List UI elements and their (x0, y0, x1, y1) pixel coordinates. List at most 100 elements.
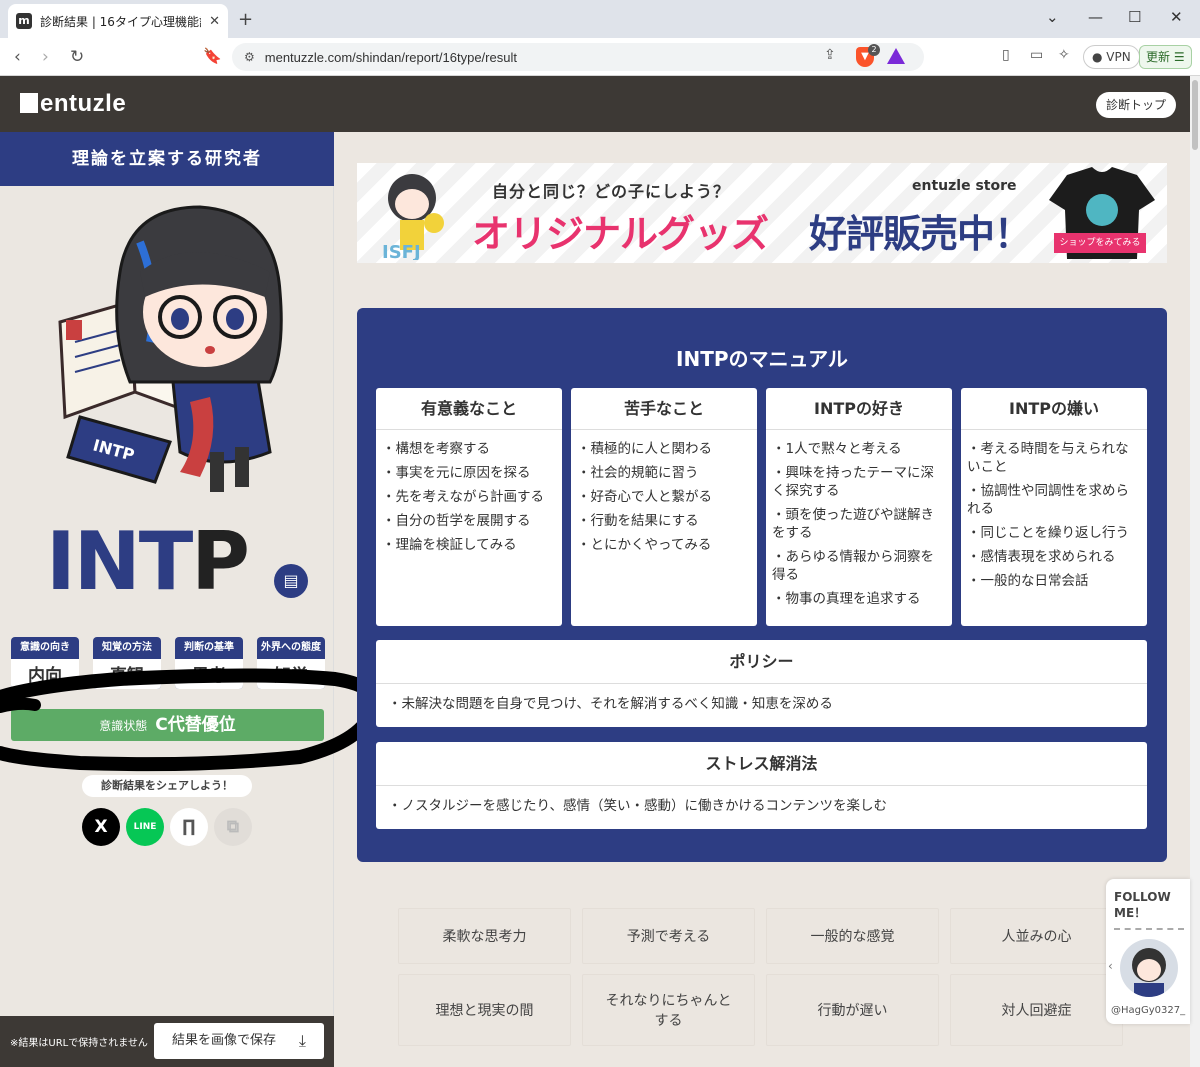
banner-character-illustration: ISFJ (382, 174, 444, 260)
list-item: ・物事の真理を追求する (772, 591, 921, 607)
view-shop-button[interactable]: ショップをみてみる (1054, 233, 1146, 253)
address-toolbar: ‹ › ↻ 🔖 ⚙ mentuzzle.com/shindan/report/1… (0, 38, 1200, 76)
share-page-icon[interactable]: ⇪ (824, 47, 836, 63)
avatar-illustration (1132, 948, 1166, 997)
vpn-label: VPN (1106, 50, 1131, 64)
page-scrollbar[interactable] (1190, 76, 1200, 1067)
list-item: ・1人で黙々と考える (772, 441, 902, 457)
trait-tag: 人並みの心 (950, 908, 1123, 964)
copy-link-button[interactable]: ⧉ (214, 808, 252, 846)
axis-value: 直観 (93, 659, 161, 689)
list-item: ・理論を検証してみる (382, 537, 517, 553)
policy-text: ・未解決な問題を自身で見つけ、それを解消するべく知識・知恵を深める (388, 696, 833, 712)
card-title: ポリシー (376, 640, 1147, 684)
line-icon: LINE (133, 822, 157, 832)
vpn-button[interactable]: ● VPN (1083, 45, 1140, 69)
axis-judgment: 判断の基準 思考 (175, 637, 243, 689)
minimize-icon[interactable]: — (1088, 8, 1103, 26)
axis-value: 内向 (11, 659, 79, 689)
save-button-label: 結果を画像で保存 (172, 1033, 277, 1048)
trait-tag: 理想と現実の間 (398, 974, 571, 1046)
axis-label: 知覚の方法 (102, 642, 152, 653)
x-icon: X (94, 817, 108, 837)
axis-value: 知覚 (257, 659, 325, 689)
store-logo-text: entuzle store (912, 178, 1017, 194)
book-icon[interactable]: ▤ (274, 564, 308, 598)
card-title: 苦手なこと (571, 388, 757, 430)
axis-label: 判断の基準 (184, 642, 234, 653)
back-icon[interactable]: ‹ (14, 47, 21, 67)
trait-tag: 行動が遅い (766, 974, 939, 1046)
list-item: ・先を考えながら計画する (382, 489, 544, 505)
axis-label: 外界への態度 (261, 642, 321, 653)
axis-perception: 知覚の方法 直観 (93, 637, 161, 689)
site-info-icon[interactable]: ⚙ (244, 50, 255, 64)
url-not-saved-note: ※結果はURLで保持されません (10, 1038, 148, 1049)
download-icon: ⤓ (298, 1031, 306, 1050)
goods-banner[interactable]: ISFJ 自分と同じ？どの子にしよう？ オリジナルグッズ 好評販売中！ entu… (357, 163, 1167, 263)
list-item: ・同じことを繰り返し行う (967, 525, 1129, 541)
stress-relief-card: ストレス解消法 ・ノスタルジーを感じたり、感情（笑い・感動）に働きかけるコンテン… (376, 742, 1147, 829)
save-footer: ※結果はURLで保持されません 結果を画像で保存 ⤓ (0, 1016, 334, 1067)
site-header: entuzle 診断トップ (0, 76, 1190, 132)
brave-rewards-icon[interactable] (887, 48, 905, 64)
share-heading: 診断結果をシェアしよう！ (82, 775, 252, 797)
bookmark-icon[interactable]: 🔖 (203, 47, 222, 65)
banner-subtitle: 自分と同じ？どの子にしよう？ (492, 182, 731, 201)
logo-text: entuzle (40, 90, 127, 117)
policy-card: ポリシー ・未解決な問題を自身で見つけ、それを解消するべく知識・知恵を深める (376, 640, 1147, 727)
share-hatena-button[interactable]: ∏ (170, 808, 208, 846)
sidebar-icon[interactable]: ▯ (1002, 47, 1010, 63)
tab-search-chevron-icon[interactable]: ⌄ (1046, 8, 1059, 26)
browser-tab[interactable]: m 診断結果 | 16タイプ心理機能診断 ✕ (8, 4, 228, 38)
url-field[interactable]: ⚙ mentuzzle.com/shindan/report/16type/re… (232, 43, 924, 71)
follow-me-widget[interactable]: FOLLOW ME！ ‹ @HagGy0327_ (1106, 879, 1190, 1024)
list-item: ・構想を考察する (382, 441, 490, 457)
author-avatar[interactable] (1120, 939, 1178, 997)
close-window-icon[interactable]: ✕ (1170, 8, 1183, 26)
tab-title: 診断結果 | 16タイプ心理機能診断 (40, 14, 201, 29)
url-text: mentuzzle.com/shindan/report/16type/resu… (264, 49, 517, 65)
type-code-last: P (191, 515, 250, 608)
new-tab-icon[interactable]: + (238, 9, 253, 30)
conscious-state-label: 意識状態 (99, 719, 148, 733)
scrollbar-thumb[interactable] (1192, 80, 1198, 150)
axis-label: 意識の向き (20, 642, 70, 653)
update-label: 更新 (1146, 50, 1171, 64)
trait-tag: それなりにちゃんとする (582, 974, 755, 1046)
dislikes-card: INTPの嫌い ・考える時間を与えられないこと ・協調性や同調性を求められる ・… (961, 388, 1147, 626)
site-logo[interactable]: entuzle (20, 90, 126, 118)
list-item: ・協調性や同調性を求められる (967, 483, 1129, 517)
stress-relief-text: ・ノスタルジーを感じたり、感情（笑い・感動）に働きかけるコンテンツを楽しむ (388, 798, 887, 814)
list-item: ・事実を元に原因を探る (382, 465, 531, 481)
shields-count-badge: 2 (868, 44, 880, 56)
likes-card: INTPの好き ・1人で黙々と考える ・興味を持ったテーマに深く探究する ・頭を… (766, 388, 952, 626)
type-code: INTP (46, 515, 250, 608)
svg-text:ISFJ: ISFJ (382, 242, 421, 260)
list-item: ・考える時間を与えられないこと (967, 441, 1129, 475)
forward-icon[interactable]: › (42, 47, 49, 67)
update-button[interactable]: 更新 ☰ (1139, 45, 1192, 69)
collapse-arrow-icon[interactable]: ‹ (1108, 959, 1113, 973)
list-item: ・自分の哲学を展開する (382, 513, 531, 529)
weakness-card: 苦手なこと ・積極的に人と関わる ・社会的規範に習う ・好奇心で人と繋がる ・行… (571, 388, 757, 626)
meaningful-card: 有意義なこと ・構想を考察する ・事実を元に原因を探る ・先を考えながら計画する… (376, 388, 562, 626)
share-line-button[interactable]: LINE (126, 808, 164, 846)
card-title: INTPの嫌い (961, 388, 1147, 430)
reload-icon[interactable]: ↻ (70, 47, 84, 67)
leo-ai-icon[interactable]: ✧ (1058, 47, 1070, 63)
share-x-button[interactable]: X (82, 808, 120, 846)
shindan-top-button[interactable]: 診断トップ (1096, 92, 1177, 118)
save-as-image-button[interactable]: 結果を画像で保存 ⤓ (154, 1023, 324, 1059)
list-item: ・好奇心で人と繋がる (577, 489, 712, 505)
banner-headline-navy: 好評販売中！ (809, 212, 1032, 256)
wallet-icon[interactable]: ▭ (1030, 47, 1043, 63)
type-code-main: INT (46, 515, 193, 608)
close-tab-icon[interactable]: ✕ (209, 14, 220, 29)
maximize-icon[interactable]: ☐ (1128, 8, 1141, 26)
axis-value: 思考 (175, 659, 243, 689)
dashed-divider (1114, 928, 1184, 930)
conscious-state-value: C代替優位 (155, 715, 236, 735)
list-item: ・一般的な日常会話 (967, 573, 1089, 589)
card-title: 有意義なこと (376, 388, 562, 430)
